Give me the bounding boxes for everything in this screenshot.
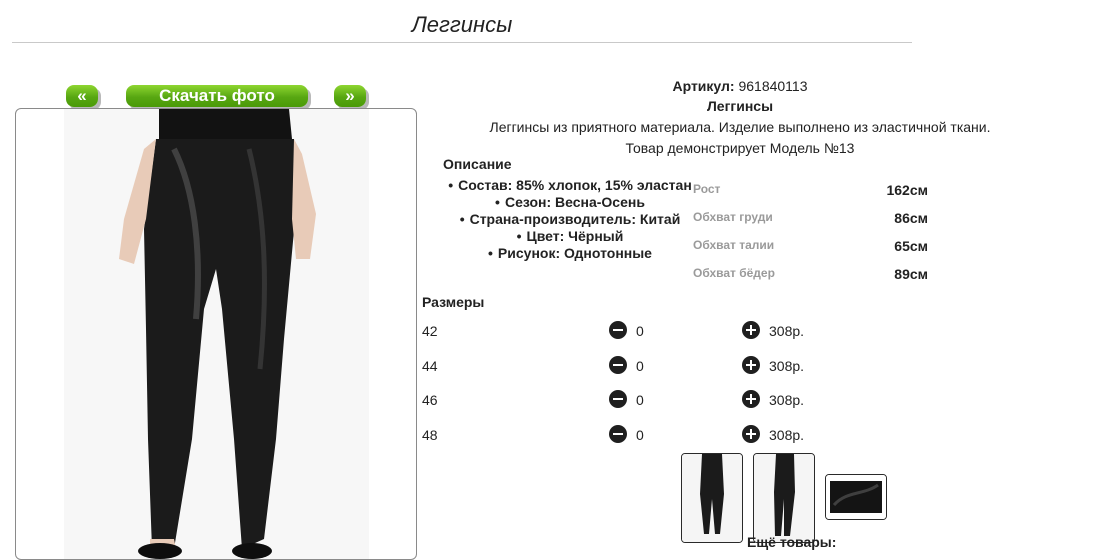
attribute-item: • Рисунок: Однотонные <box>488 245 652 261</box>
measure-label-height: Рост <box>693 182 721 196</box>
sku-value: 961840113 <box>738 78 808 94</box>
size-label: 46 <box>422 392 438 408</box>
size-row: 46 0 308р. <box>0 390 900 412</box>
prev-photo-button[interactable]: « <box>66 85 98 107</box>
measure-value-bust: 86см <box>894 210 928 226</box>
attribute-item: • Цвет: Чёрный <box>516 228 624 244</box>
attribute-item: • Страна-производитель: Китай <box>459 211 681 227</box>
thumbnail-fabric-image <box>826 475 886 519</box>
thumbnail-side-image <box>754 454 814 542</box>
quantity-value: 0 <box>636 323 644 339</box>
minus-icon[interactable] <box>609 390 627 408</box>
attribute-item: • Сезон: Весна-Осень <box>495 194 645 210</box>
size-label: 48 <box>422 427 438 443</box>
size-price: 308р. <box>769 392 805 408</box>
size-price: 308р. <box>769 358 805 374</box>
thumbnail-side[interactable] <box>753 453 815 543</box>
size-price: 308р. <box>769 427 805 443</box>
model-note: Товар демонстрирует Модель №13 <box>625 140 855 156</box>
quantity-value: 0 <box>636 358 644 374</box>
size-label: 42 <box>422 323 438 339</box>
quantity-value: 0 <box>636 392 644 408</box>
thumbnail-fabric[interactable] <box>825 474 887 520</box>
plus-icon[interactable] <box>742 356 760 374</box>
size-row: 48 0 308р. <box>0 425 900 447</box>
product-sku: Артикул: 961840113 <box>420 78 1060 94</box>
minus-icon[interactable] <box>609 321 627 339</box>
minus-icon[interactable] <box>609 356 627 374</box>
plus-icon[interactable] <box>742 390 760 408</box>
attribute-list: • Состав: 85% хлопок, 15% эластан • Сезон:… <box>440 177 700 262</box>
thumbnail-front[interactable] <box>681 453 743 543</box>
download-photo-button[interactable]: Скачать фото <box>126 85 308 107</box>
measure-value-height: 162см <box>886 182 928 198</box>
measure-value-waist: 65см <box>894 238 928 254</box>
description-title: Описание <box>443 156 512 172</box>
size-row: 42 0 308р. <box>0 321 900 343</box>
sku-label: Артикул: <box>672 78 735 94</box>
next-photo-button[interactable]: » <box>334 85 366 107</box>
measure-label-waist: Обхват талии <box>693 238 775 252</box>
size-label: 44 <box>422 358 438 374</box>
size-row: 44 0 308р. <box>0 356 900 378</box>
size-price: 308р. <box>769 323 805 339</box>
product-description: Леггинсы из приятного материала. Изделие… <box>489 119 991 135</box>
more-products-label: Ещё товары: <box>747 534 837 550</box>
measure-label-hips: Обхват бёдер <box>693 266 775 280</box>
minus-icon[interactable] <box>609 425 627 443</box>
measure-value-hips: 89см <box>894 266 928 282</box>
page-title: Леггинсы <box>12 8 912 43</box>
plus-icon[interactable] <box>742 321 760 339</box>
attribute-item: • Состав: 85% хлопок, 15% эластан <box>448 177 692 193</box>
product-name: Леггинсы <box>706 98 774 114</box>
sizes-title: Размеры <box>422 294 485 310</box>
thumbnail-front-image <box>682 454 742 542</box>
measure-label-bust: Обхват груди <box>693 210 773 224</box>
quantity-value: 0 <box>636 427 644 443</box>
plus-icon[interactable] <box>742 425 760 443</box>
